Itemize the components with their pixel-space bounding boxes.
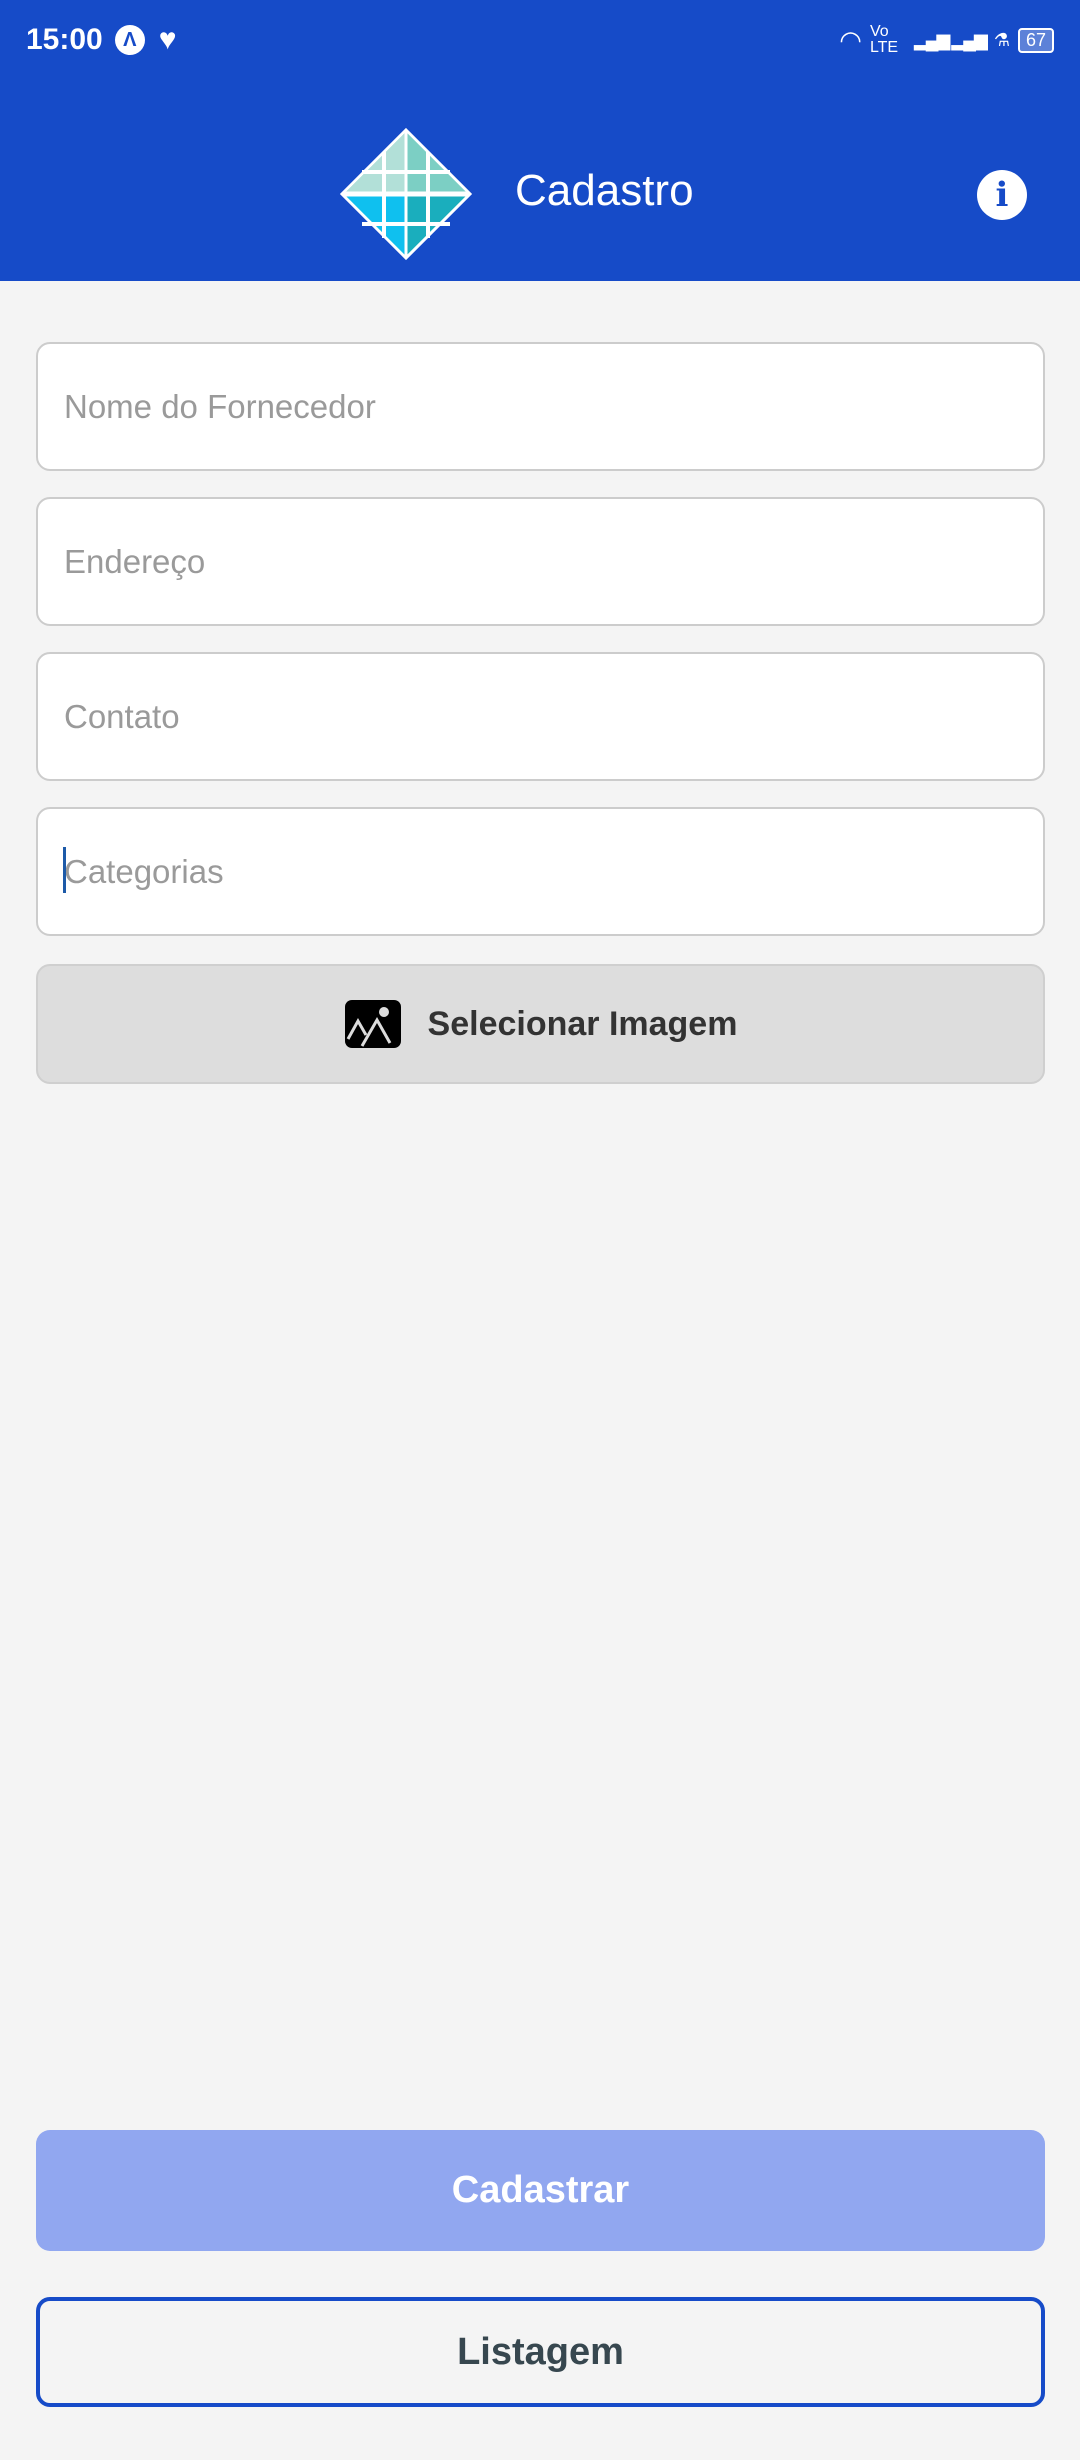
contact-input[interactable] — [36, 652, 1045, 781]
status-time: 15:00 — [26, 23, 103, 56]
supplier-name-input[interactable] — [36, 342, 1045, 471]
status-bar: 15:00 Λ ♥ ◠ Vo LTE ▂▄▆ ▂▄▆ ⚗ 67 — [26, 18, 1054, 62]
app-notification-icon: Λ — [114, 25, 145, 55]
diamond-logo — [340, 128, 472, 260]
select-image-label: Selecionar Imagem — [427, 1004, 738, 1043]
page-title: Cadastro — [515, 166, 694, 215]
text-cursor — [63, 847, 66, 893]
address-input[interactable] — [36, 497, 1045, 626]
register-button[interactable]: Cadastrar — [36, 2130, 1045, 2251]
image-icon — [344, 1000, 401, 1048]
categories-input[interactable] — [36, 807, 1045, 936]
lab-icon: ⚗ — [993, 29, 1010, 50]
list-button[interactable]: Listagem — [36, 2297, 1045, 2407]
battery-indicator: 67 — [1017, 27, 1054, 53]
health-icon: ♥ — [158, 23, 177, 56]
signal-icon: ▂▄▆ ▂▄▆ — [913, 29, 988, 50]
select-image-button[interactable]: Selecionar Imagem — [36, 964, 1045, 1084]
wifi-icon: ◠ — [839, 24, 862, 55]
info-icon[interactable]: i — [977, 170, 1027, 220]
network-type: Vo LTE — [869, 23, 899, 56]
app-header: 15:00 Λ ♥ ◠ Vo LTE ▂▄▆ ▂▄▆ ⚗ 67 Cadastro… — [0, 0, 1080, 281]
